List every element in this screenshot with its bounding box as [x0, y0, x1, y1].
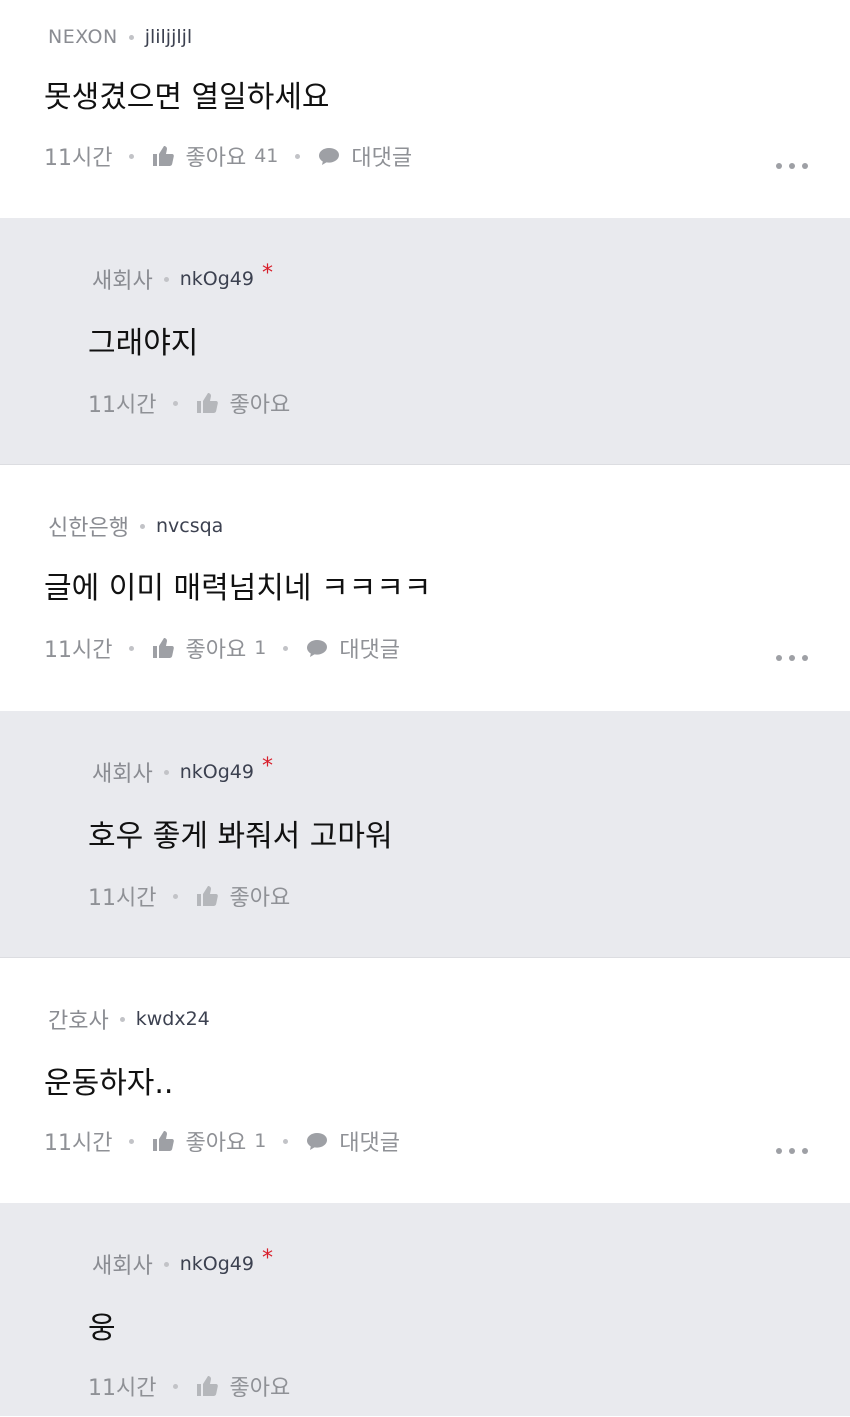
comment-actions: 11시간 좋아요 1 대댓글	[44, 1126, 400, 1156]
separator-dot	[163, 769, 169, 775]
comment-actions: 11시간 좋아요 1 대댓글	[44, 633, 400, 663]
more-dots-icon[interactable]	[776, 655, 808, 661]
like-button[interactable]: 좋아요 41	[151, 140, 278, 172]
author-mark: *	[261, 1245, 273, 1271]
comment-actions: 11시간 좋아요	[88, 1371, 290, 1401]
reply-label: 대댓글	[351, 146, 413, 171]
comment-meta: 새회사 nkOg49 *	[92, 1246, 273, 1280]
thumbs-up-icon	[153, 1131, 175, 1151]
separator-dot	[119, 1016, 125, 1022]
separator-dot	[163, 276, 169, 282]
separator-dot	[129, 153, 135, 159]
comment-thread: NEXON jliljjljl 못생겼으면 열일하세요 11시간 좋아요 41 …	[0, 0, 850, 1416]
thumbs-up-icon	[153, 146, 175, 166]
comment-meta: NEXON jliljjljl	[48, 24, 192, 50]
nickname[interactable]: kwdx24	[136, 1008, 210, 1030]
reply-button[interactable]: 대댓글	[305, 1125, 400, 1157]
like-button[interactable]: 좋아요	[195, 1370, 290, 1402]
timestamp: 11시간	[88, 393, 157, 418]
nickname[interactable]: nvcsqa	[156, 515, 223, 537]
more-dots-icon[interactable]	[776, 1148, 808, 1154]
comment-meta: 신한은행 nvcsqa	[48, 513, 223, 541]
nickname[interactable]: nkOg49	[180, 1253, 254, 1275]
reply-label: 대댓글	[339, 1131, 401, 1156]
reply-button[interactable]: 대댓글	[305, 632, 400, 664]
comment-text: 못생겼으면 열일하세요	[44, 80, 330, 115]
separator-dot	[295, 153, 301, 159]
comment: 간호사 kwdx24 운동하자.. 11시간 좋아요 1 대댓글	[0, 957, 850, 1203]
thumbs-up-icon	[197, 1376, 219, 1396]
timestamp: 11시간	[44, 638, 113, 663]
comment-text: 글에 이미 매력넘치네 ㅋㅋㅋㅋ	[44, 571, 432, 606]
like-button[interactable]: 좋아요 1	[151, 1125, 266, 1157]
comment-meta: 간호사 kwdx24	[48, 1006, 210, 1034]
comment-text: 웅	[88, 1311, 116, 1346]
company-name: 신한은행	[48, 516, 129, 541]
reply-comment: 새회사 nkOg49 * 호우 좋게 봐줘서 고마워 11시간 좋아요	[0, 711, 850, 957]
like-label: 좋아요	[185, 146, 247, 171]
comment-actions: 11시간 좋아요 41 대댓글	[44, 141, 412, 171]
reply-label: 대댓글	[339, 638, 401, 663]
like-count: 41	[254, 145, 279, 167]
separator-dot	[173, 893, 179, 899]
like-count: 1	[254, 1130, 267, 1152]
like-button[interactable]: 좋아요	[195, 387, 290, 419]
separator-dot	[283, 645, 289, 651]
comment-meta: 새회사 nkOg49 *	[92, 261, 273, 295]
company-name: 새회사	[92, 269, 153, 294]
comment-text: 호우 좋게 봐줘서 고마워	[88, 819, 393, 854]
company-name: NEXON	[48, 26, 118, 48]
separator-dot	[163, 1261, 169, 1267]
separator-dot	[283, 1138, 289, 1144]
like-label: 좋아요	[185, 1131, 247, 1156]
reply-comment: 새회사 nkOg49 * 웅 11시간 좋아요	[0, 1203, 850, 1416]
separator-dot	[128, 34, 134, 40]
company-name: 간호사	[48, 1009, 109, 1034]
comment-actions: 11시간 좋아요	[88, 388, 290, 418]
comment: 신한은행 nvcsqa 글에 이미 매력넘치네 ㅋㅋㅋㅋ 11시간 좋아요 1 …	[0, 464, 850, 711]
timestamp: 11시간	[44, 1131, 113, 1156]
thumbs-up-icon	[197, 393, 219, 413]
more-dots-icon[interactable]	[776, 163, 808, 169]
nickname[interactable]: nkOg49	[180, 268, 254, 290]
thumbs-up-icon	[153, 638, 175, 658]
like-count: 1	[254, 637, 267, 659]
thumbs-up-icon	[197, 886, 219, 906]
comment-text: 운동하자..	[44, 1066, 174, 1101]
like-label: 좋아요	[229, 1376, 291, 1401]
comment-meta: 새회사 nkOg49 *	[92, 754, 273, 788]
speech-bubble-icon	[307, 640, 328, 657]
comment: NEXON jliljjljl 못생겼으면 열일하세요 11시간 좋아요 41 …	[0, 0, 850, 218]
author-mark: *	[261, 260, 273, 286]
like-label: 좋아요	[185, 638, 247, 663]
comment-actions: 11시간 좋아요	[88, 881, 290, 911]
like-label: 좋아요	[229, 886, 291, 911]
timestamp: 11시간	[88, 886, 157, 911]
timestamp: 11시간	[44, 146, 113, 171]
reply-button[interactable]: 대댓글	[317, 140, 412, 172]
timestamp: 11시간	[88, 1376, 157, 1401]
like-button[interactable]: 좋아요	[195, 880, 290, 912]
like-button[interactable]: 좋아요 1	[151, 632, 266, 664]
like-label: 좋아요	[229, 393, 291, 418]
comment-text: 그래야지	[88, 326, 199, 361]
company-name: 새회사	[92, 762, 153, 787]
separator-dot	[173, 1383, 179, 1389]
author-mark: *	[261, 753, 273, 779]
reply-comment: 새회사 nkOg49 * 그래야지 11시간 좋아요	[0, 218, 850, 464]
company-name: 새회사	[92, 1254, 153, 1279]
separator-dot	[129, 1138, 135, 1144]
nickname[interactable]: nkOg49	[180, 761, 254, 783]
separator-dot	[173, 400, 179, 406]
speech-bubble-icon	[307, 1133, 328, 1150]
speech-bubble-icon	[319, 148, 340, 165]
separator-dot	[129, 645, 135, 651]
nickname[interactable]: jliljjljl	[145, 26, 193, 48]
separator-dot	[139, 523, 145, 529]
